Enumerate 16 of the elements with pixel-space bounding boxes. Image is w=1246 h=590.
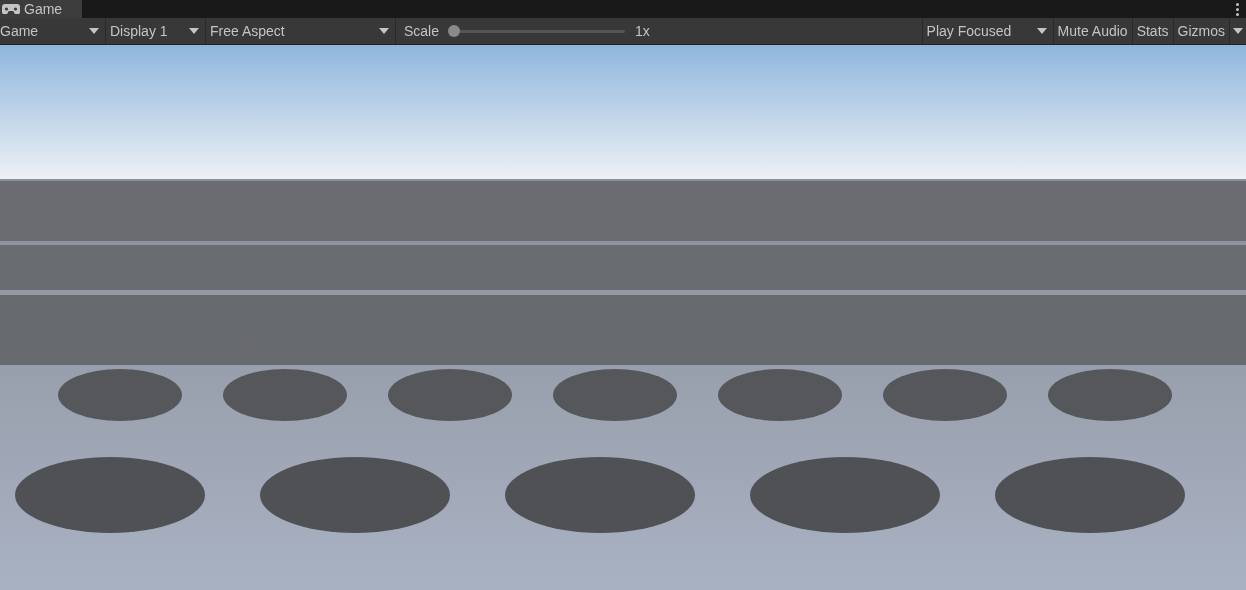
caret-icon (189, 28, 199, 34)
tab[interactable]: Game (0, 0, 82, 18)
scale-value: 1x (635, 23, 650, 39)
gamepad-icon (2, 4, 20, 14)
scale-label: Scale (404, 23, 440, 39)
caret-icon (1233, 28, 1243, 34)
play-mode-dropdown[interactable]: Play Focused (921, 18, 1054, 44)
caret-icon (379, 28, 389, 34)
caret-icon (1036, 28, 1047, 34)
view-dropdown[interactable]: Game (0, 18, 106, 44)
toggle-button[interactable]: Gizmos (1173, 18, 1230, 44)
display-dropdown[interactable]: Display 1 (106, 18, 206, 44)
caret-icon (89, 28, 99, 34)
toggle-button[interactable]: Mute Audio (1053, 18, 1133, 44)
aspect-dropdown[interactable]: Free Aspect (206, 18, 396, 44)
toggle-button[interactable]: Stats (1132, 18, 1174, 44)
